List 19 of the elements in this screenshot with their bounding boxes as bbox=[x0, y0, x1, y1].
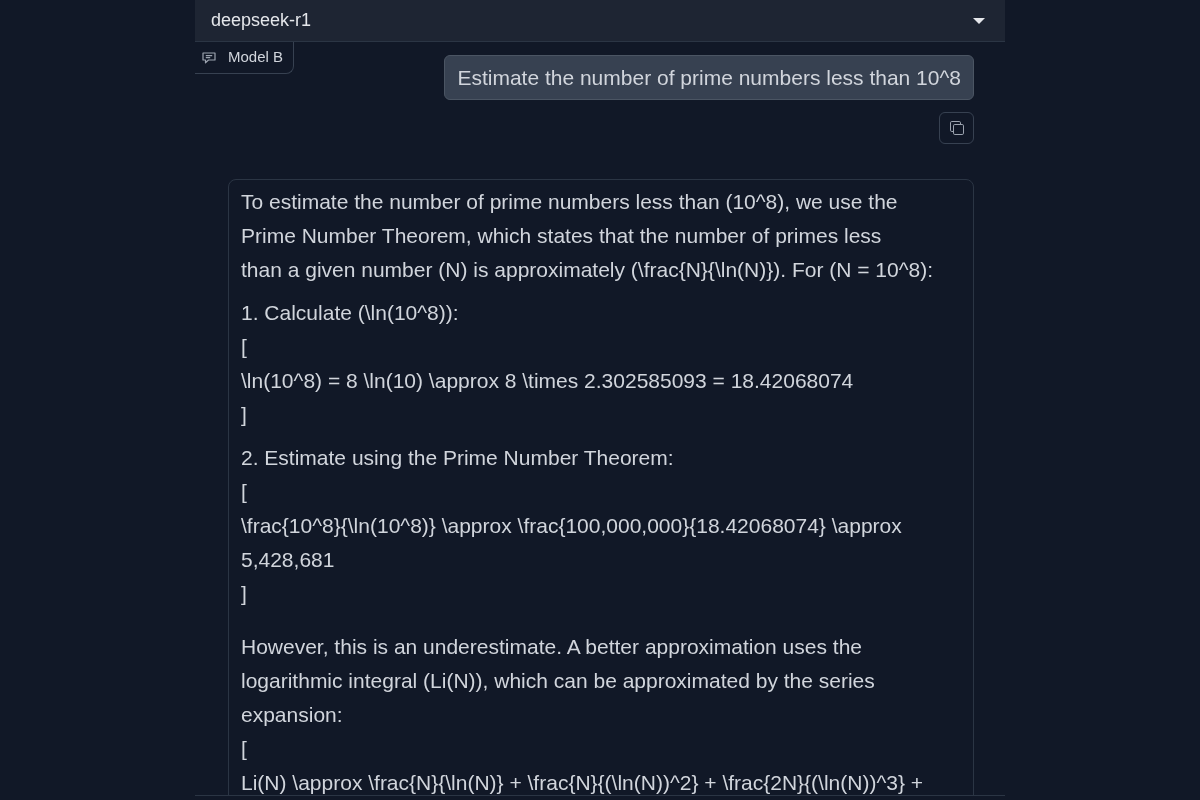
message-text: [ bbox=[241, 334, 247, 360]
message-text: To estimate the number of prime numbers less than (10^8), we use the Prime Number Theorem, which states that the number of primes less than a given number (N) is approximately (\frac{N}{\ln(N)}). For (N = 10^8): bbox=[241, 189, 934, 283]
message-text: [ bbox=[241, 736, 247, 762]
message-text: 2. Estimate using the Prime Number Theorem: bbox=[241, 445, 674, 471]
message-text: \frac{10^8}{\ln(10^8)} \approx \frac{100,000,000}{18.42068074} \approx 5,428,681 bbox=[241, 513, 902, 573]
message-text: ] bbox=[241, 402, 247, 428]
message-text: Li(N) \approx \frac{N}{\ln(N)} + \frac{N}{(\ln(N))^2} + \frac{2N}{(\ln(N))^3} + bbox=[241, 770, 924, 795]
user-message: Estimate the number of prime numbers less than 10^8 bbox=[444, 55, 974, 100]
model-label: Model B bbox=[228, 47, 284, 68]
message-text: ] bbox=[241, 581, 247, 607]
caret-icon bbox=[973, 17, 985, 24]
copy-icon bbox=[949, 121, 964, 135]
copy-button[interactable] bbox=[939, 112, 974, 144]
model-dropdown[interactable]: deepseek-r1 bbox=[195, 0, 1005, 42]
chat-bubble-icon bbox=[202, 51, 216, 64]
message-text: However, this is an underestimate. A better approximation uses the logarithmic integral (Li(N)), which can be approximated by the series expansion: bbox=[241, 634, 875, 728]
message-text: 1. Calculate (\ln(10^8)): bbox=[241, 300, 459, 326]
message-text: \ln(10^8) = 8 \ln(10) \approx 8 \times 2.302585093 = 18.42068074 bbox=[241, 368, 854, 394]
message-text: [ bbox=[241, 479, 247, 505]
